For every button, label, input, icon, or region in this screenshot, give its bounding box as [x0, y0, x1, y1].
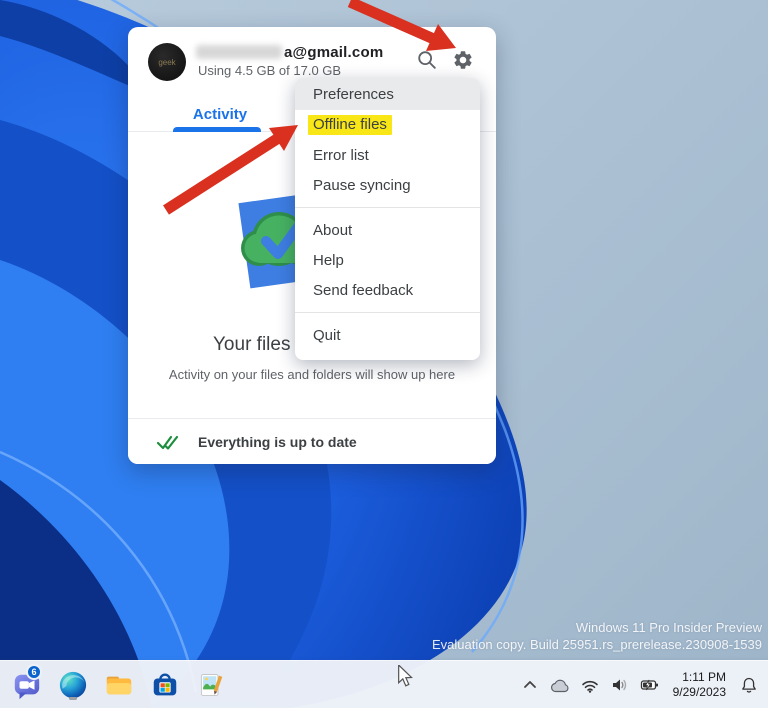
- tray-date: 9/29/2023: [672, 685, 726, 699]
- volume-icon[interactable]: [609, 674, 631, 696]
- email-redacted-blur: [196, 45, 282, 59]
- offline-files-highlight: Offline files: [308, 115, 392, 135]
- edge-icon: [59, 671, 87, 699]
- tab-activity[interactable]: Activity: [128, 97, 312, 131]
- avatar[interactable]: geek: [148, 43, 186, 81]
- menu-item-help[interactable]: Help: [295, 245, 480, 275]
- menu-item-pause-syncing[interactable]: Pause syncing: [295, 170, 480, 200]
- account-email: a@gmail.com: [196, 43, 383, 61]
- menu-item-about[interactable]: About: [295, 215, 480, 245]
- wifi-icon[interactable]: [579, 674, 601, 696]
- teams-badge: 6: [26, 664, 42, 680]
- file-explorer-button[interactable]: [102, 668, 136, 702]
- image-editor-icon: [200, 674, 223, 696]
- file-explorer-icon: [106, 676, 132, 695]
- edge-browser-button[interactable]: [56, 668, 90, 702]
- desktop: Windows 11 Pro Insider Preview Evaluatio…: [0, 0, 768, 708]
- sync-status-bar: Everything is up to date: [128, 418, 496, 464]
- watermark-line1: Windows 11 Pro Insider Preview: [575, 620, 762, 635]
- storage-usage: Using 4.5 GB of 17.0 GB: [198, 63, 342, 78]
- system-tray: 1:11 PM 9/29/2023: [519, 661, 760, 708]
- onedrive-cloud-icon[interactable]: [549, 674, 571, 696]
- double-check-icon: [156, 435, 179, 450]
- teams-chat-button[interactable]: 6: [10, 664, 44, 702]
- menu-item-quit[interactable]: Quit: [295, 320, 480, 350]
- settings-menu: Preferences Offline files Error list Pau…: [295, 78, 480, 360]
- menu-item-preferences[interactable]: Preferences: [295, 78, 480, 110]
- avatar-text: geek: [158, 57, 176, 67]
- menu-divider: [295, 207, 480, 208]
- image-editor-button[interactable]: [194, 668, 228, 702]
- search-icon[interactable]: [416, 49, 438, 71]
- empty-state-title: Your files a: [213, 334, 307, 355]
- tray-time: 1:11 PM: [682, 670, 726, 684]
- windows-watermark: Windows 11 Pro Insider Preview Evaluatio…: [432, 619, 762, 653]
- taskbar: 6 1:11 PM 9/29/2023: [0, 660, 768, 708]
- watermark-line2: Evaluation copy. Build 25951.rs_prerelea…: [431, 637, 762, 652]
- menu-item-offline-files[interactable]: Offline files: [295, 110, 480, 140]
- taskbar-apps: 6: [10, 661, 228, 708]
- email-suffix: a@gmail.com: [284, 43, 384, 61]
- sync-status-message: Everything is up to date: [198, 433, 357, 450]
- menu-divider: [295, 312, 480, 313]
- microsoft-store-icon: [153, 673, 177, 696]
- tray-clock[interactable]: 1:11 PM 9/29/2023: [669, 670, 730, 700]
- tab-active-indicator: [173, 127, 261, 132]
- gear-icon[interactable]: [452, 49, 474, 71]
- menu-item-error-list[interactable]: Error list: [295, 140, 480, 170]
- empty-state-caption: Activity on your files and folders will …: [168, 367, 456, 382]
- microsoft-store-button[interactable]: [148, 668, 182, 702]
- battery-icon[interactable]: [639, 674, 661, 696]
- tray-chevron-up-icon[interactable]: [519, 674, 541, 696]
- menu-item-send-feedback[interactable]: Send feedback: [295, 275, 480, 305]
- edge-running-indicator: [69, 697, 77, 700]
- notification-bell-icon[interactable]: [738, 674, 760, 696]
- tab-activity-label: Activity: [192, 105, 248, 123]
